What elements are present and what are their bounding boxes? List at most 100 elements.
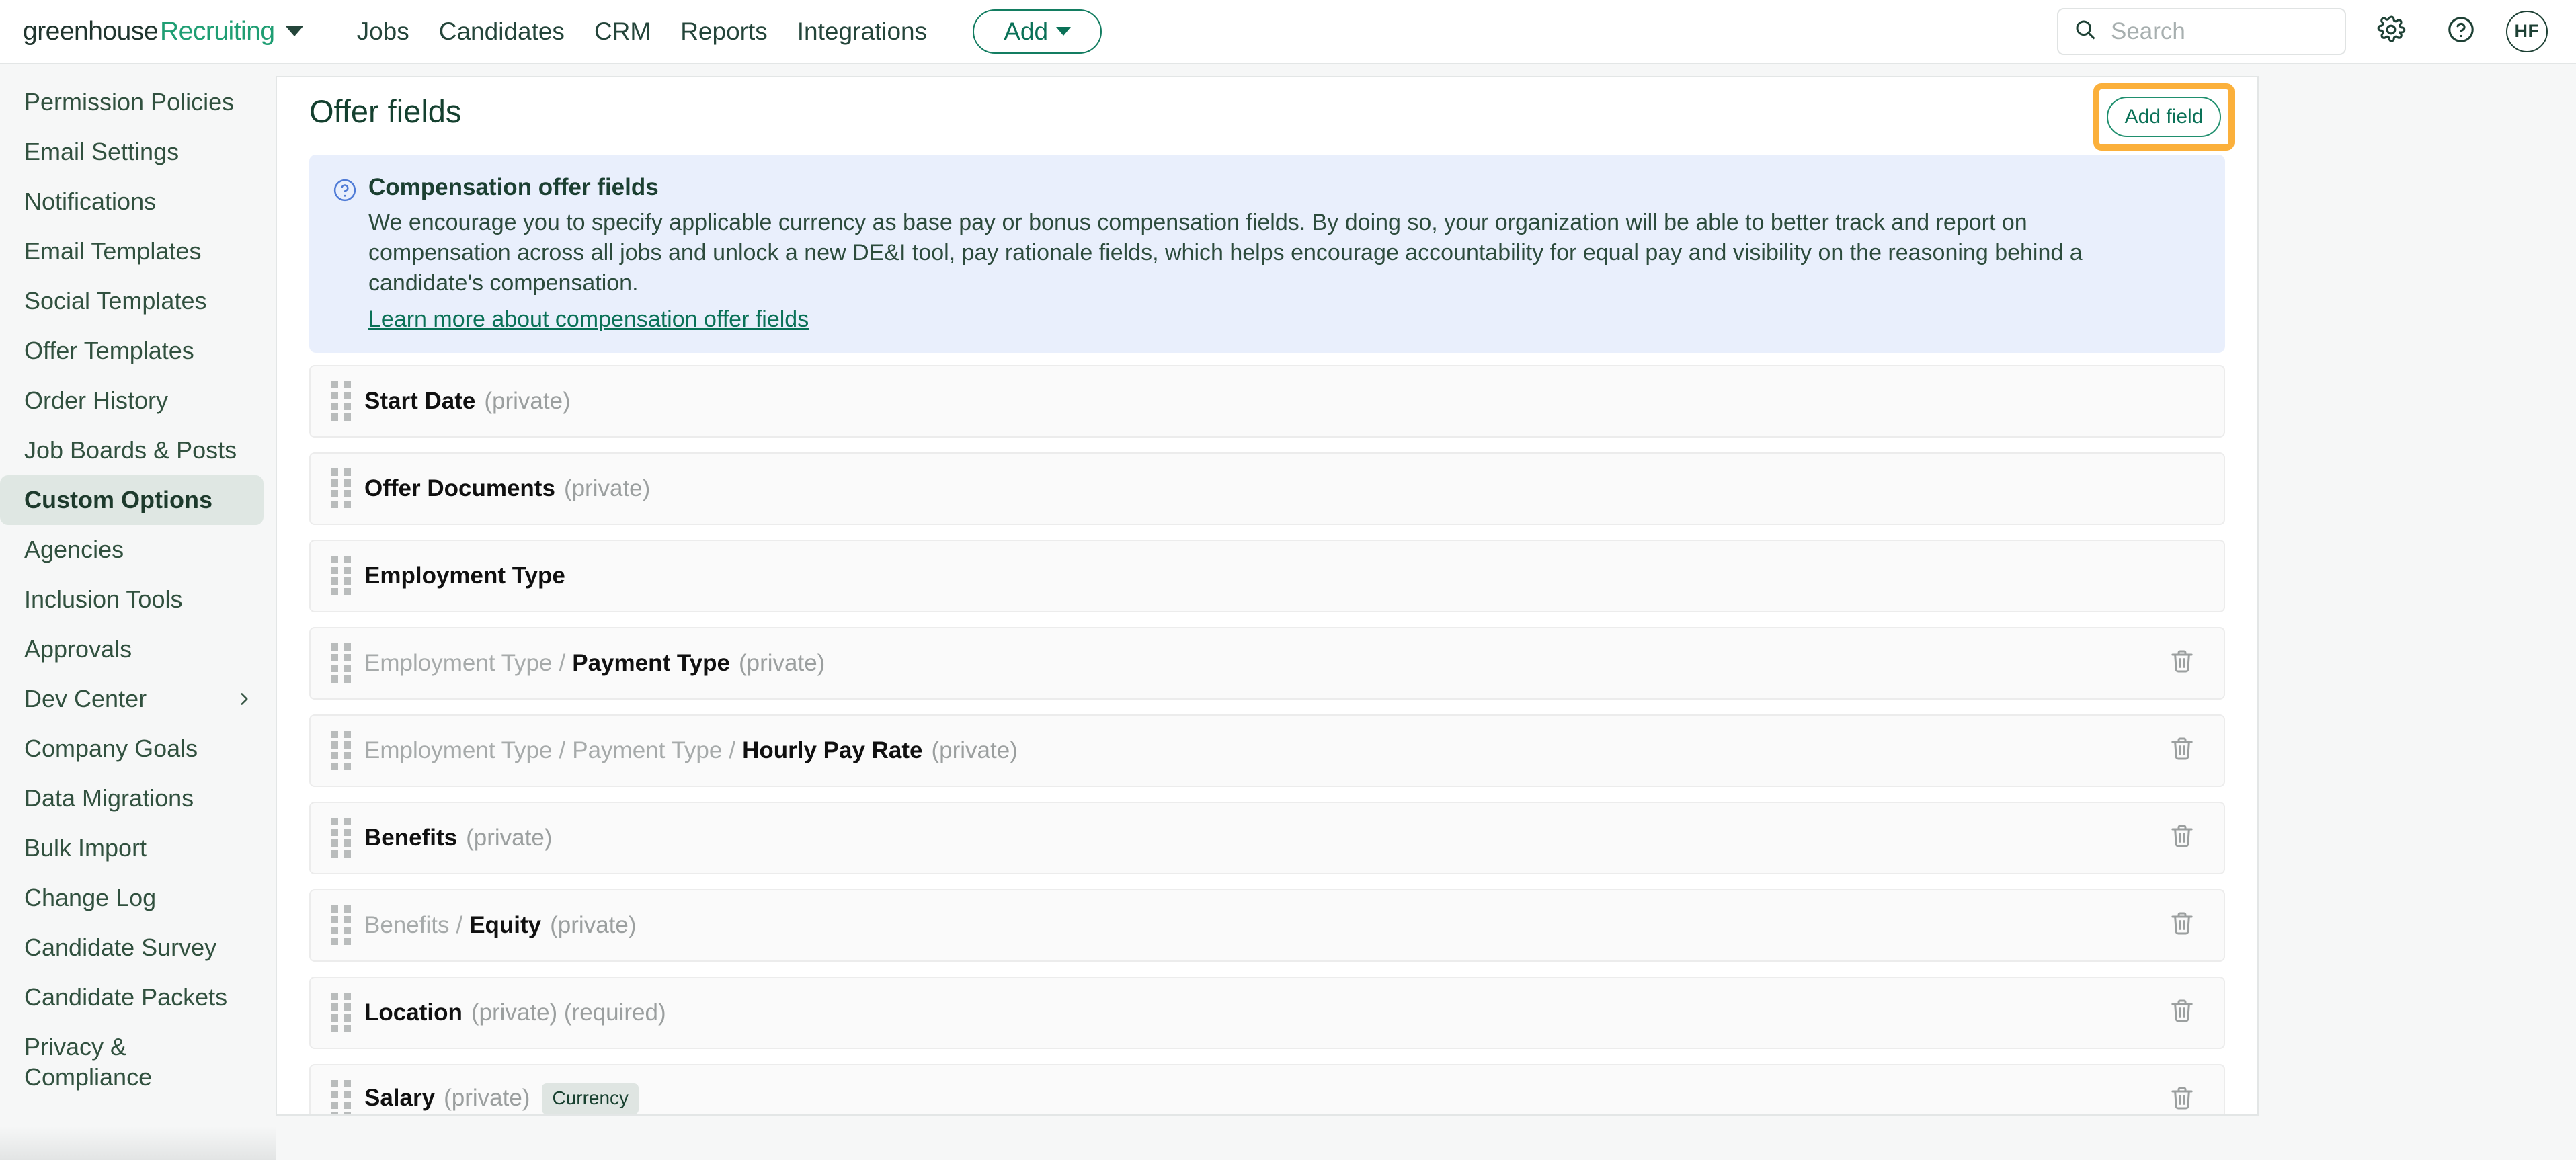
sidebar-item-job-boards-and-posts[interactable]: Job Boards & Posts (0, 425, 264, 475)
drag-handle-icon[interactable] (331, 818, 351, 858)
chevron-down-icon[interactable] (285, 26, 303, 36)
sidebar-item-label: Candidate Packets (24, 983, 228, 1011)
page-header: Offer fields Add field (277, 77, 2257, 151)
sidebar-item-label: Candidate Survey (24, 934, 217, 961)
field-meta: (private) (466, 824, 553, 851)
settings-gear-button[interactable] (2366, 7, 2416, 56)
sidebar-item-label: Bulk Import (24, 834, 147, 862)
sidebar-item-bulk-import[interactable]: Bulk Import (0, 823, 264, 873)
delete-field-button[interactable] (2163, 1081, 2201, 1114)
gear-icon (2376, 15, 2406, 48)
drag-handle-icon[interactable] (331, 905, 351, 946)
sidebar-item-change-log[interactable]: Change Log (0, 873, 264, 923)
offer-fields-list: Start Date (private) Offer Documents (pr… (309, 364, 2225, 1114)
sidebar-item-email-templates[interactable]: Email Templates (0, 226, 264, 276)
add-field-label: Add field (2124, 106, 2204, 128)
field-name: Start Date (364, 387, 476, 414)
search-input[interactable]: Search (2057, 7, 2346, 55)
sidebar-item-company-goals[interactable]: Company Goals (0, 724, 264, 774)
chevron-right-icon (235, 690, 253, 708)
drag-handle-icon[interactable] (331, 731, 351, 771)
sidebar-item-social-templates[interactable]: Social Templates (0, 276, 264, 326)
drag-handle-icon[interactable] (331, 993, 351, 1033)
sidebar-item-label: Email Settings (24, 138, 179, 165)
field-row-payment-type[interactable]: Employment Type / Payment Type (private) (309, 626, 2225, 700)
field-row-benefits[interactable]: Benefits (private) (309, 801, 2225, 874)
sidebar-item-label: Offer Templates (24, 337, 194, 364)
nav-item-crm[interactable]: CRM (579, 17, 666, 46)
sidebar-navigation: Permission Policies Email Settings Notif… (0, 64, 276, 1160)
trash-icon (2169, 997, 2196, 1028)
field-name: Offer Documents (364, 474, 555, 501)
currency-badge: Currency (542, 1083, 639, 1114)
sidebar-item-inclusion-tools[interactable]: Inclusion Tools (0, 575, 264, 624)
add-button-label: Add (1004, 17, 1049, 45)
add-button[interactable]: Add (973, 9, 1102, 54)
drag-handle-icon[interactable] (331, 643, 351, 683)
drag-handle-icon[interactable] (331, 381, 351, 421)
sidebar-item-label: Agencies (24, 536, 124, 563)
sidebar-item-label: Dev Center (24, 685, 147, 712)
crumb-separator: / (559, 737, 566, 763)
sidebar-item-label: Order History (24, 386, 169, 414)
sidebar-item-dev-center[interactable]: Dev Center (0, 674, 264, 724)
delete-field-button[interactable] (2163, 907, 2201, 944)
delete-field-button[interactable] (2163, 994, 2201, 1032)
help-button[interactable] (2436, 7, 2486, 56)
field-crumb: Payment Type (572, 737, 723, 763)
delete-field-button[interactable] (2163, 732, 2201, 770)
nav-item-reports[interactable]: Reports (666, 17, 782, 46)
field-row-equity[interactable]: Benefits / Equity (private) (309, 888, 2225, 962)
field-row-salary[interactable]: Salary (private) Currency (309, 1063, 2225, 1114)
banner-title: Compensation offer fields (368, 174, 659, 200)
sidebar-item-approvals[interactable]: Approvals (0, 624, 264, 674)
sidebar-item-order-history[interactable]: Order History (0, 376, 264, 425)
sidebar-item-notifications[interactable]: Notifications (0, 177, 264, 226)
sidebar-item-agencies[interactable]: Agencies (0, 525, 264, 575)
delete-field-button[interactable] (2163, 645, 2201, 682)
field-label: Benefits (private) (364, 825, 552, 852)
learn-more-link[interactable]: Learn more about compensation offer fiel… (368, 306, 809, 333)
field-row-hourly-pay-rate[interactable]: Employment Type / Payment Type / Hourly … (309, 714, 2225, 787)
sidebar-item-label: Permission Policies (24, 88, 235, 116)
field-name: Employment Type (364, 562, 565, 589)
sidebar-item-candidate-packets[interactable]: Candidate Packets (0, 972, 264, 1022)
field-name: Salary (364, 1084, 436, 1111)
brand-logo[interactable]: greenhouse Recruiting (23, 17, 303, 46)
avatar[interactable]: HF (2506, 10, 2548, 52)
field-row-start-date[interactable]: Start Date (private) (309, 364, 2225, 438)
delete-field-button[interactable] (2163, 819, 2201, 857)
sidebar-item-label: Notifications (24, 188, 157, 215)
field-meta: (private) (563, 474, 651, 501)
primary-nav-links: Jobs Candidates CRM Reports Integrations (342, 17, 942, 46)
sidebar-item-data-migrations[interactable]: Data Migrations (0, 774, 264, 823)
drag-handle-icon[interactable] (331, 556, 351, 596)
field-crumb: Employment Type (364, 649, 553, 676)
add-field-button[interactable]: Add field (2107, 97, 2221, 137)
nav-item-integrations[interactable]: Integrations (782, 17, 942, 46)
nav-right-cluster: Search HF (2057, 7, 2548, 56)
question-circle-icon (2446, 15, 2476, 48)
drag-handle-icon[interactable] (331, 1080, 351, 1114)
field-label: Employment Type / Payment Type (private) (364, 650, 825, 677)
nav-item-jobs[interactable]: Jobs (342, 17, 424, 46)
sidebar-item-offer-templates[interactable]: Offer Templates (0, 326, 264, 376)
sidebar-item-label: Change Log (24, 884, 157, 911)
top-navigation-bar: greenhouse Recruiting Jobs Candidates CR… (0, 0, 2576, 64)
field-label: Location (private) (required) (364, 999, 666, 1026)
sidebar-item-privacy-and-compliance[interactable]: Privacy & Compliance (0, 1022, 264, 1102)
sidebar-item-email-settings[interactable]: Email Settings (0, 127, 264, 177)
main-content-panel: Offer fields Add field Compensation offe… (276, 76, 2259, 1116)
sidebar-item-custom-options[interactable]: Custom Options (0, 475, 264, 525)
sidebar-item-candidate-survey[interactable]: Candidate Survey (0, 923, 264, 972)
field-name: Payment Type (572, 649, 730, 676)
field-row-offer-documents[interactable]: Offer Documents (private) (309, 452, 2225, 525)
field-label: Benefits / Equity (private) (364, 912, 637, 939)
field-row-employment-type[interactable]: Employment Type (309, 539, 2225, 612)
field-meta: (private) (738, 649, 826, 676)
sidebar-item-permission-policies[interactable]: Permission Policies (0, 77, 264, 127)
field-row-location[interactable]: Location (private) (required) (309, 976, 2225, 1049)
nav-item-candidates[interactable]: Candidates (424, 17, 579, 46)
crumb-separator: / (559, 649, 566, 676)
drag-handle-icon[interactable] (331, 468, 351, 509)
